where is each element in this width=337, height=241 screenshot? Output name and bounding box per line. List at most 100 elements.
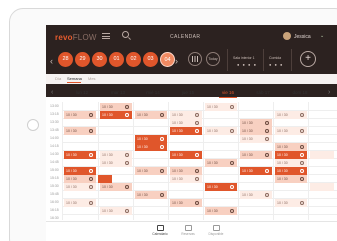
divider <box>227 49 228 71</box>
time-label: 13:15 <box>50 112 59 116</box>
time-slot[interactable]: 10 / 30 <box>240 167 272 175</box>
date-underline <box>219 97 237 98</box>
day-circle[interactable]: 02 <box>126 52 141 67</box>
time-slot[interactable]: 10 / 30 <box>64 127 96 135</box>
time-slot[interactable]: 10 / 30 <box>205 159 237 167</box>
time-slot[interactable]: 10 / 30 <box>275 127 307 135</box>
time-label: 14:15 <box>50 144 59 148</box>
time-slot[interactable]: 10 / 30 <box>240 135 272 143</box>
time-label: 15:15 <box>50 176 59 180</box>
tab-dia[interactable]: Día <box>55 76 61 81</box>
time-label: 13:45 <box>50 128 59 132</box>
tab-mes[interactable]: Mes <box>88 76 96 81</box>
nav-item-availability[interactable]: Disponible <box>204 225 228 236</box>
time-slot[interactable]: 10 / 30 <box>275 199 307 207</box>
time-slot[interactable]: 10 / 30 <box>100 159 132 167</box>
time-slot[interactable] <box>98 175 112 183</box>
grid-view-button[interactable] <box>188 52 202 66</box>
date-label-current[interactable]: vie 16 <box>211 90 245 95</box>
time-label: 16:30 <box>50 216 59 220</box>
time-slot[interactable]: 10 / 30 <box>170 167 202 175</box>
date-label[interactable]: mié 14 <box>136 90 170 95</box>
date-label[interactable]: dom 18 <box>283 90 317 95</box>
time-slot[interactable]: 10 / 30 <box>100 207 132 215</box>
nav-item-calendar[interactable]: Calendario <box>148 225 172 236</box>
time-slot[interactable]: 10 / 30 <box>240 191 272 199</box>
chevron-right-icon[interactable]: › <box>175 56 178 66</box>
time-slot[interactable]: 10 / 30 <box>205 127 237 135</box>
time-slot[interactable]: 10 / 30 <box>170 199 202 207</box>
time-slot[interactable]: 10 / 30 <box>240 127 272 135</box>
chevron-right-icon[interactable]: › <box>328 89 330 96</box>
tablet-home-button <box>27 119 39 131</box>
time-slot[interactable]: 10 / 30 <box>64 199 96 207</box>
time-slot[interactable]: 10 / 30 <box>64 151 96 159</box>
time-slot[interactable]: 10 / 30 <box>240 119 272 127</box>
day-circle-current[interactable]: 04 <box>160 52 175 67</box>
app-logo: revoFLOW <box>55 33 97 42</box>
time-slot[interactable]: 10 / 30 <box>170 175 202 183</box>
time-slot[interactable]: 10 / 30 <box>64 175 96 183</box>
time-slot[interactable]: 10 / 30 <box>100 151 132 159</box>
time-slot[interactable]: 10 / 30 <box>64 111 96 119</box>
time-slot[interactable]: 10 / 30 <box>100 111 132 119</box>
time-label: 15:30 <box>50 184 59 188</box>
user-name[interactable]: Jessica <box>294 34 311 40</box>
add-button[interactable]: + <box>300 51 316 67</box>
today-button[interactable]: Today <box>206 52 220 66</box>
time-slot[interactable]: 10 / 30 <box>205 103 237 111</box>
filter-label[interactable]: Comida <box>269 56 281 60</box>
time-slot[interactable]: 10 / 30 <box>275 159 307 167</box>
time-slot[interactable]: 10 / 30 <box>135 135 167 143</box>
time-slot[interactable]: 10 / 30 <box>275 111 307 119</box>
time-slot[interactable]: 10 / 30 <box>205 207 237 215</box>
time-slot[interactable]: 10 / 30 <box>170 111 202 119</box>
time-slot[interactable]: 10 / 30 <box>275 143 307 151</box>
bottom-nav: Calendario Reservas Disponible <box>46 221 337 241</box>
date-label[interactable]: sáb 17 <box>246 90 280 95</box>
date-label[interactable]: jue 15 <box>171 90 205 95</box>
time-slot[interactable]: 10 / 30 <box>275 151 307 159</box>
time-slot[interactable]: 10 / 30 <box>64 167 96 175</box>
time-slot[interactable]: 10 / 30 <box>135 111 167 119</box>
day-circle[interactable]: 28 <box>58 52 73 67</box>
menu-icon[interactable] <box>102 33 110 39</box>
filter-label[interactable]: Sala interior 1 <box>233 56 255 60</box>
chevron-down-icon[interactable]: ⌄ <box>320 33 324 39</box>
chevron-left-icon[interactable]: ‹ <box>51 89 53 96</box>
divider <box>263 49 264 71</box>
time-slot[interactable] <box>310 183 334 191</box>
day-circle[interactable]: 03 <box>143 52 158 67</box>
time-slot[interactable]: 10 / 30 <box>240 151 272 159</box>
search-icon[interactable] <box>122 31 129 38</box>
nav-item-reservations[interactable]: Reservas <box>176 225 200 236</box>
day-circle[interactable]: 30 <box>92 52 107 67</box>
time-label: 14:45 <box>50 160 59 164</box>
time-label: 14:00 <box>50 136 59 140</box>
day-circle[interactable]: 29 <box>75 52 90 67</box>
time-slot[interactable]: 10 / 30 <box>275 175 307 183</box>
app-screen: revoFLOW CALENDAR Jessica ⌄ ‹ 28 29 30 0… <box>46 25 337 241</box>
time-slot[interactable] <box>310 151 334 159</box>
time-slot[interactable]: 10 / 30 <box>64 183 96 191</box>
avatar[interactable] <box>283 32 291 40</box>
calendar-icon <box>156 225 164 231</box>
clock-icon <box>212 225 220 231</box>
time-slot[interactable]: 10 / 30 <box>170 127 202 135</box>
time-slot[interactable]: 10 / 30 <box>135 143 167 151</box>
time-label: 14:30 <box>50 152 59 156</box>
date-label[interactable]: lun 12 <box>65 90 99 95</box>
time-slot[interactable]: 10 / 30 <box>275 167 307 175</box>
time-slot[interactable]: 10 / 30 <box>135 191 167 199</box>
time-slot[interactable]: 10 / 30 <box>205 183 237 191</box>
date-label[interactable]: mar 13 <box>101 90 135 95</box>
week-header: ‹ lun 12 mar 13 mié 14 jue 15 vie 16 sáb… <box>46 86 337 100</box>
time-slot[interactable]: 10 / 30 <box>100 103 132 111</box>
time-slot[interactable]: 10 / 30 <box>135 167 167 175</box>
time-slot[interactable]: 10 / 30 <box>170 119 202 127</box>
chevron-left-icon[interactable]: ‹ <box>50 56 53 66</box>
day-circle[interactable]: 01 <box>109 52 124 67</box>
time-slot[interactable]: 10 / 30 <box>100 183 132 191</box>
tab-semana[interactable]: Semana <box>67 76 82 81</box>
time-slot[interactable]: 10 / 30 <box>170 151 202 159</box>
